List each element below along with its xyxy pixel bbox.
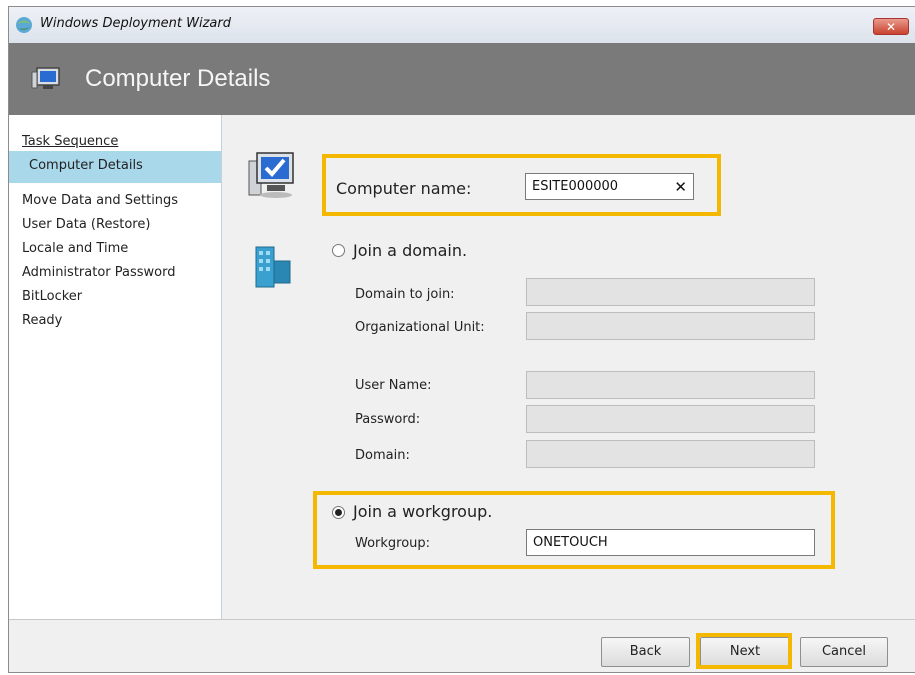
- computer-name-label: Computer name:: [336, 179, 472, 198]
- domain-label: Domain:: [355, 448, 410, 463]
- user-name-input[interactable]: [526, 371, 815, 399]
- workgroup-input[interactable]: ONETOUCH: [526, 529, 815, 556]
- main-content: Computer name: ESITE000000 ✕ Join a doma…: [222, 115, 915, 619]
- close-button[interactable]: ✕: [873, 18, 909, 35]
- clear-icon[interactable]: ✕: [674, 174, 687, 200]
- domain-to-join-label: Domain to join:: [355, 287, 455, 302]
- window-title: Windows Deployment Wizard: [40, 16, 231, 31]
- close-icon: ✕: [885, 20, 897, 34]
- workgroup-label: Workgroup:: [355, 536, 431, 551]
- nav-item-task-sequence[interactable]: Task Sequence: [22, 134, 118, 149]
- back-button[interactable]: Back: [601, 637, 690, 667]
- next-button-highlight: [696, 633, 792, 669]
- title-bar: Windows Deployment Wizard ✕: [9, 7, 915, 43]
- wizard-nav: Task Sequence Computer Details Move Data…: [9, 115, 222, 619]
- app-icon: [16, 17, 32, 33]
- nav-item-locale-time: Locale and Time: [22, 241, 129, 256]
- nav-item-admin-password: Administrator Password: [22, 265, 176, 280]
- user-name-label: User Name:: [355, 378, 432, 393]
- nav-item-computer-details[interactable]: Computer Details: [29, 158, 143, 173]
- radio-selected-dot: [335, 509, 342, 516]
- join-workgroup-radio[interactable]: [332, 506, 345, 519]
- organizational-unit-input[interactable]: [526, 312, 815, 340]
- workgroup-value: ONETOUCH: [533, 535, 608, 550]
- computer-name-input[interactable]: ESITE000000 ✕: [525, 173, 694, 200]
- domain-input[interactable]: [526, 440, 815, 468]
- page-header: Computer Details: [9, 43, 915, 115]
- join-domain-radio[interactable]: [332, 244, 345, 257]
- wizard-window: Windows Deployment Wizard ✕ Computer Det…: [8, 6, 915, 673]
- page-title: Computer Details: [85, 65, 271, 92]
- password-label: Password:: [355, 412, 421, 427]
- domain-to-join-input[interactable]: [526, 278, 815, 306]
- computer-monitor-icon: [31, 67, 60, 89]
- computer-name-value: ESITE000000: [532, 179, 619, 194]
- nav-item-ready: Ready: [22, 313, 63, 328]
- server-domain-icon: [255, 246, 291, 288]
- nav-item-move-data: Move Data and Settings: [22, 193, 179, 208]
- button-bar: Back Next Cancel: [9, 619, 915, 672]
- join-domain-label: Join a domain.: [353, 241, 468, 260]
- nav-item-user-data: User Data (Restore): [22, 217, 151, 232]
- cancel-button[interactable]: Cancel: [800, 637, 888, 667]
- organizational-unit-label: Organizational Unit:: [355, 320, 485, 335]
- join-workgroup-label: Join a workgroup.: [353, 502, 493, 521]
- password-input[interactable]: [526, 405, 815, 433]
- nav-item-bitlocker: BitLocker: [22, 289, 83, 304]
- computer-check-icon: [248, 152, 294, 198]
